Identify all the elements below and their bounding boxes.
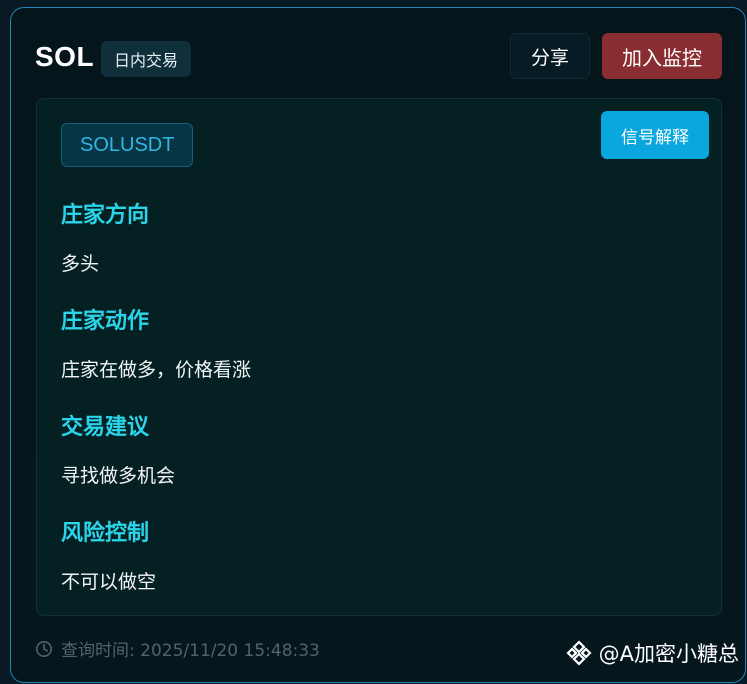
- clock-icon: [35, 640, 53, 657]
- section-title: 庄家动作: [61, 309, 150, 334]
- section-body: 庄家在做多，价格看涨: [61, 359, 252, 381]
- card-header: SOL 日内交易 分享 加入监控: [35, 33, 722, 82]
- section-body: 寻找做多机会: [61, 465, 176, 487]
- signal-card: SOL 日内交易 分享 加入监控 SOLUSDT 信号解释 庄家方向 多头 庄家…: [10, 7, 746, 683]
- watermark: @A加密小糖总: [565, 638, 739, 668]
- signal-explain-button[interactable]: 信号解释: [601, 111, 709, 159]
- section-banker-direction: 庄家方向 多头: [61, 197, 149, 276]
- section-banker-action: 庄家动作 庄家在做多，价格看涨: [61, 303, 251, 382]
- binance-diamond-icon: [566, 640, 592, 666]
- signal-panel: SOLUSDT 信号解释 庄家方向 多头 庄家动作 庄家在做多，价格看涨 交易建…: [36, 98, 722, 616]
- section-trade-advice: 交易建议 寻找做多机会: [61, 409, 175, 488]
- coin-symbol: SOL: [35, 41, 95, 72]
- section-title: 庄家方向: [61, 203, 150, 228]
- trading-pair-tag: SOLUSDT: [61, 123, 194, 167]
- section-risk-control: 风险控制 不可以做空: [61, 515, 156, 594]
- watermark-text: @A加密小糖总: [598, 642, 739, 666]
- section-body: 多头: [61, 253, 100, 275]
- trade-mode-badge: 日内交易: [101, 41, 192, 77]
- query-time-text: 查询时间: 2025/11/20 15:48:33: [61, 641, 320, 661]
- share-button[interactable]: 分享: [510, 33, 590, 79]
- section-body: 不可以做空: [61, 571, 157, 593]
- query-time-footer: 查询时间: 2025/11/20 15:48:33: [35, 636, 320, 661]
- section-title: 风险控制: [61, 521, 150, 546]
- add-monitor-button[interactable]: 加入监控: [602, 33, 722, 79]
- section-title: 交易建议: [61, 415, 150, 440]
